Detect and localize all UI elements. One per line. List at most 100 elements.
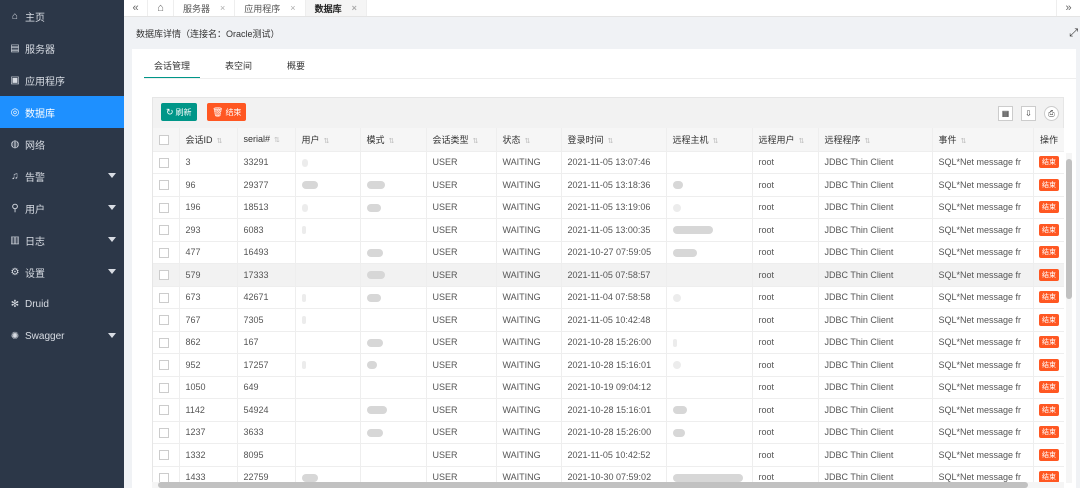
sidebar-item-3[interactable]: ◎ 数据库: [0, 96, 124, 128]
column-filter-icon[interactable]: ▦: [998, 106, 1013, 121]
close-icon[interactable]: ×: [352, 3, 357, 13]
end-row-button[interactable]: 结束: [1039, 426, 1059, 439]
table-row[interactable]: 1050 649 USER WAITING 2021-10-19 09:04:12 roo…: [153, 376, 1064, 399]
row-checkbox[interactable]: [159, 450, 169, 461]
top-tab-1[interactable]: 应用程序 ×: [235, 0, 306, 16]
table-row[interactable]: 767 7305 USER WAITING 2021-11-05 10:42:48 roo…: [153, 308, 1064, 332]
more-tabs-icon[interactable]: »: [1056, 0, 1080, 16]
table-row[interactable]: 1237 3633 USER WAITING 2021-10-28 15:26:00 ro…: [153, 421, 1064, 444]
sidebar-item-9[interactable]: ✻ Druid: [0, 288, 124, 320]
column-header[interactable]: 远程程序 ⇅: [818, 128, 933, 152]
table-row[interactable]: 952 17257 USER WAITING 2021-10-28 15:16:01 ro…: [153, 353, 1064, 377]
end-row-button[interactable]: 结束: [1039, 403, 1059, 416]
end-row-button[interactable]: 结束: [1039, 336, 1059, 349]
sidebar-item-0[interactable]: ⌂ 主页: [0, 0, 124, 32]
end-row-button[interactable]: 结束: [1039, 223, 1059, 236]
row-checkbox[interactable]: [159, 270, 169, 281]
table-row[interactable]: 1142 54924 USER WAITING 2021-10-28 15:16:01 r…: [153, 398, 1064, 422]
end-row-button[interactable]: 结束: [1039, 156, 1059, 169]
table-row[interactable]: 673 42671 USER WAITING 2021-11-04 07:58:58 ro…: [153, 286, 1064, 309]
redacted-value: [301, 226, 306, 235]
table-row[interactable]: 3 33291 USER WAITING 2021-11-05 13:07:46 root…: [153, 151, 1064, 174]
sidebar-item-2[interactable]: ▣ 应用程序: [0, 64, 124, 96]
row-checkbox[interactable]: [159, 337, 169, 348]
column-header[interactable]: 远程主机 ⇅: [666, 128, 753, 152]
end-row-button[interactable]: 结束: [1039, 178, 1059, 191]
column-header-label: 操作: [1039, 134, 1058, 145]
sort-icon[interactable]: ⇅: [865, 138, 871, 145]
table-row[interactable]: 579 17333 USER WAITING 2021-11-05 07:58:57 ro…: [153, 263, 1064, 287]
sort-icon[interactable]: ⇅: [324, 138, 330, 145]
table-row[interactable]: 96 29377 USER WAITING 2021-11-05 13:18:36 roo…: [153, 173, 1064, 197]
end-row-button[interactable]: 结束: [1039, 201, 1059, 214]
sidebar-item-7[interactable]: ▥ 日志: [0, 224, 124, 256]
column-header[interactable]: 远程用户 ⇅: [752, 128, 819, 152]
sort-icon[interactable]: ⇅: [608, 138, 614, 145]
table-row[interactable]: 862 167 USER WAITING 2021-10-28 15:26:00 root…: [153, 331, 1064, 354]
column-header[interactable]: 事件 ⇅: [932, 128, 1034, 152]
table-row[interactable]: 196 18513 USER WAITING 2021-11-05 13:19:06 ro…: [153, 196, 1064, 219]
end-row-button[interactable]: 结束: [1039, 246, 1059, 259]
sidebar-item-label: 告警: [25, 172, 45, 184]
sidebar-item-4[interactable]: ◍ 网络: [0, 128, 124, 160]
end-row-button[interactable]: 结束: [1039, 268, 1059, 281]
sort-icon[interactable]: ⇅: [274, 137, 280, 144]
sort-icon[interactable]: ⇅: [473, 138, 479, 145]
sidebar-item-8[interactable]: ⚙ 设置: [0, 256, 124, 288]
sidebar-item-1[interactable]: ▤ 服务器: [0, 32, 124, 64]
table-row[interactable]: 1332 8095 USER WAITING 2021-11-05 10:42:52 ro…: [153, 443, 1064, 467]
row-checkbox[interactable]: [159, 292, 169, 303]
tab-2[interactable]: 概要: [277, 57, 315, 79]
end-row-button[interactable]: 结束: [1039, 358, 1059, 371]
row-checkbox[interactable]: [159, 360, 169, 371]
sort-icon[interactable]: ⇅: [389, 138, 395, 145]
table-row[interactable]: 477 16493 USER WAITING 2021-10-27 07:59:05 ro…: [153, 241, 1064, 264]
tab-1[interactable]: 表空间: [215, 57, 262, 79]
end-row-button[interactable]: 结束: [1039, 291, 1059, 304]
expand-icon[interactable]: ⤢: [1069, 27, 1078, 40]
top-tab-0[interactable]: 服务器 ×: [174, 0, 236, 16]
column-header[interactable]: 模式 ⇅: [360, 128, 427, 152]
row-checkbox[interactable]: [159, 202, 169, 213]
row-checkbox[interactable]: [159, 382, 169, 393]
column-header[interactable]: 会话类型 ⇅: [426, 128, 497, 152]
export-icon[interactable]: ⇩: [1021, 106, 1036, 121]
row-checkbox[interactable]: [159, 157, 169, 168]
row-checkbox[interactable]: [159, 225, 169, 236]
row-checkbox[interactable]: [159, 427, 169, 438]
column-header[interactable]: serial# ⇅: [237, 128, 296, 152]
collapse-sidebar-icon[interactable]: «: [124, 0, 148, 16]
close-icon[interactable]: ×: [220, 3, 225, 13]
end-session-button[interactable]: 🗑 结束: [207, 103, 247, 121]
sort-icon[interactable]: ⇅: [799, 138, 805, 145]
vertical-scrollbar[interactable]: [1066, 153, 1072, 483]
end-row-button[interactable]: 结束: [1039, 313, 1059, 326]
tab-0[interactable]: 会话管理: [144, 57, 201, 79]
column-header[interactable]: 用户 ⇅: [295, 128, 361, 152]
print-icon[interactable]: ⎙: [1044, 106, 1059, 121]
home-tab-icon[interactable]: ⌂: [148, 0, 174, 16]
refresh-button[interactable]: ↻ 刷新: [161, 103, 197, 121]
top-tab-2[interactable]: 数据库 ×: [305, 0, 367, 16]
sidebar-item-6[interactable]: ⚲ 用户: [0, 192, 124, 224]
sidebar-item-5[interactable]: ♫ 告警: [0, 160, 124, 192]
end-row-button[interactable]: 结束: [1039, 381, 1059, 394]
column-header[interactable]: 状态 ⇅: [496, 128, 562, 152]
table-row[interactable]: 293 6083 USER WAITING 2021-11-05 13:00:35 roo…: [153, 218, 1064, 242]
close-icon[interactable]: ×: [290, 3, 295, 13]
select-all-checkbox[interactable]: [159, 134, 169, 145]
column-header[interactable]: 登录时间 ⇅: [561, 128, 667, 152]
row-checkbox[interactable]: [159, 180, 169, 191]
sort-icon[interactable]: ⇅: [713, 138, 719, 145]
sidebar-item-10[interactable]: ✺ Swagger: [0, 320, 124, 352]
sort-icon[interactable]: ⇅: [525, 138, 531, 145]
column-header[interactable]: 会话ID ⇅: [179, 128, 238, 152]
sort-icon[interactable]: ⇅: [217, 138, 223, 145]
horizontal-scrollbar[interactable]: [152, 482, 1064, 488]
sort-icon[interactable]: ⇅: [961, 138, 967, 145]
row-checkbox[interactable]: [159, 247, 169, 258]
row-checkbox[interactable]: [159, 405, 169, 416]
end-row-button[interactable]: 结束: [1039, 448, 1059, 461]
row-checkbox[interactable]: [159, 315, 169, 326]
detail-tabs: 会话管理 表空间 概要: [144, 57, 330, 79]
